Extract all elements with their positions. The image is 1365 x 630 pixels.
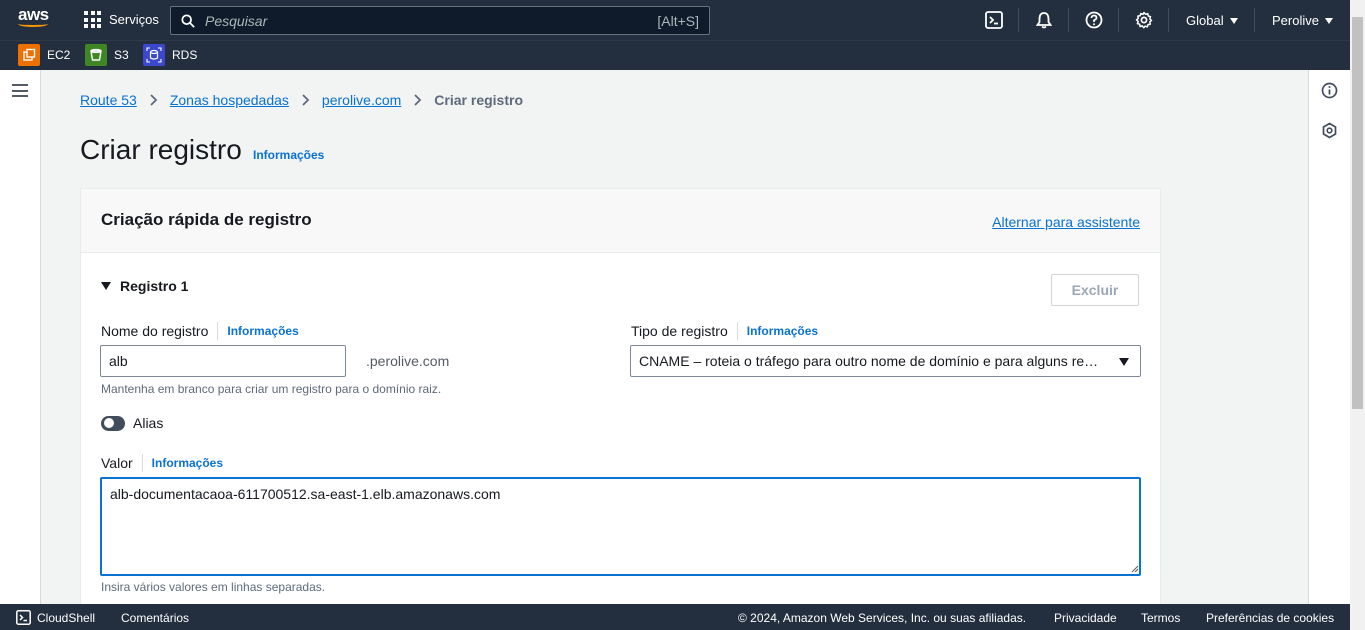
cloudshell-icon[interactable] <box>16 610 31 625</box>
grid-icon <box>84 11 101 28</box>
record-section-label: Registro 1 <box>120 278 189 294</box>
region-selector[interactable]: Global <box>1186 13 1238 28</box>
region-label: Global <box>1186 13 1224 28</box>
toggle-knob <box>104 418 114 428</box>
hamburger-menu-icon[interactable] <box>12 84 28 97</box>
breadcrumb: Route 53 Zonas hospedadas perolive.com C… <box>80 92 523 108</box>
search-bar[interactable]: [Alt+S] <box>170 6 710 35</box>
value-info-link[interactable]: Informações <box>152 456 223 470</box>
s3-icon <box>85 44 107 66</box>
chevron-right-icon <box>150 94 158 106</box>
favorite-label: EC2 <box>47 48 71 62</box>
switch-to-wizard-link[interactable]: Alternar para assistente <box>992 214 1140 230</box>
favorite-s3[interactable]: S3 <box>85 44 129 66</box>
nav-separator <box>1118 8 1119 32</box>
footer-copyright: © 2024, Amazon Web Services, Inc. ou sua… <box>738 611 1027 625</box>
container-header: Criação rápida de registro Alternar para… <box>81 189 1160 253</box>
page-info-link[interactable]: Informações <box>253 148 324 162</box>
resize-grip-icon[interactable] <box>1131 565 1139 573</box>
record-type-value: CNAME – roteia o tráfego para outro nome… <box>639 353 1104 369</box>
record-type-select[interactable]: CNAME – roteia o tráfego para outro nome… <box>630 345 1141 377</box>
caret-down-icon <box>1229 17 1238 24</box>
favorites-bar: EC2 S3 RDS <box>0 40 1365 70</box>
search-input[interactable] <box>205 12 658 29</box>
value-label: Valor <box>101 455 133 471</box>
console-footer: CloudShell Comentários © 2024, Amazon We… <box>0 604 1350 630</box>
right-tools-rail <box>1308 70 1350 604</box>
nav-separator <box>1168 8 1169 32</box>
services-label: Serviços <box>109 12 159 27</box>
breadcrumb-current: Criar registro <box>434 92 523 108</box>
breadcrumb-hosted-zones[interactable]: Zonas hospedadas <box>170 92 289 108</box>
top-navigation: aws Serviços [Alt+S] Global Perolive <box>0 0 1365 40</box>
aws-logo[interactable]: aws <box>18 5 49 27</box>
help-icon[interactable] <box>1085 11 1103 29</box>
domain-suffix: .perolive.com <box>366 353 450 369</box>
delete-button[interactable]: Excluir <box>1051 274 1139 306</box>
breadcrumb-zone[interactable]: perolive.com <box>322 92 401 108</box>
record-name-input[interactable] <box>100 345 346 377</box>
chevron-right-icon <box>414 94 422 106</box>
footer-cloudshell-link[interactable]: CloudShell <box>37 611 95 625</box>
info-panel-icon[interactable] <box>1321 82 1338 99</box>
nav-separator <box>1068 8 1069 32</box>
caret-down-icon <box>1119 358 1129 366</box>
search-icon <box>181 13 195 28</box>
hexagon-tools-icon[interactable] <box>1321 122 1338 139</box>
record-type-label: Tipo de registro <box>631 323 728 339</box>
footer-privacy-link[interactable]: Privacidade <box>1054 611 1117 625</box>
footer-feedback-link[interactable]: Comentários <box>121 611 189 625</box>
favorite-label: RDS <box>172 48 198 62</box>
favorite-label: S3 <box>114 48 129 62</box>
aws-logo-text: aws <box>18 5 49 24</box>
chevron-right-icon <box>302 94 310 106</box>
container-title: Criação rápida de registro <box>101 210 312 229</box>
value-textarea[interactable]: alb-documentacaoa-611700512.sa-east-1.el… <box>100 477 1141 576</box>
search-shortcut: [Alt+S] <box>657 12 699 29</box>
label-separator <box>217 322 219 340</box>
alias-toggle[interactable] <box>101 415 125 431</box>
rds-icon <box>143 44 165 66</box>
footer-cookies-link[interactable]: Preferências de cookies <box>1206 611 1334 625</box>
label-separator <box>141 454 143 472</box>
nav-separator <box>1018 8 1019 32</box>
services-menu-button[interactable]: Serviços <box>84 11 159 28</box>
page-title: Criar registro <box>80 134 242 165</box>
cloudshell-icon[interactable] <box>985 11 1003 29</box>
favorite-ec2[interactable]: EC2 <box>18 44 70 66</box>
quick-create-container: Criação rápida de registro Alternar para… <box>80 188 1161 618</box>
page-scrollbar[interactable] <box>1350 0 1365 630</box>
left-side-rail <box>0 70 41 604</box>
record-name-info-link[interactable]: Informações <box>227 324 298 338</box>
gear-icon[interactable] <box>1135 11 1153 29</box>
scrollbar-thumb[interactable] <box>1352 17 1363 409</box>
record-1-expand-toggle[interactable]: Registro 1 <box>101 278 188 294</box>
bell-icon[interactable] <box>1035 11 1053 29</box>
record-type-label-row: Tipo de registro Informações <box>631 322 818 340</box>
value-hint: Insira vários valores em linhas separada… <box>101 580 326 594</box>
account-label: Perolive <box>1272 13 1319 28</box>
nav-separator <box>1254 8 1255 32</box>
label-separator <box>736 322 738 340</box>
caret-down-icon <box>101 282 111 290</box>
record-name-label: Nome do registro <box>101 323 209 339</box>
record-name-hint: Mantenha em branco para criar um registr… <box>101 382 442 396</box>
caret-down-icon <box>1324 17 1333 24</box>
value-label-row: Valor Informações <box>101 454 223 472</box>
alias-label: Alias <box>133 415 164 431</box>
favorite-rds[interactable]: RDS <box>143 44 197 66</box>
ec2-icon <box>18 44 40 66</box>
record-name-label-row: Nome do registro Informações <box>101 322 299 340</box>
alias-toggle-row: Alias <box>101 415 163 431</box>
account-menu[interactable]: Perolive <box>1272 13 1333 28</box>
record-type-info-link[interactable]: Informações <box>747 324 818 338</box>
breadcrumb-route53[interactable]: Route 53 <box>80 92 137 108</box>
footer-terms-link[interactable]: Termos <box>1141 611 1180 625</box>
